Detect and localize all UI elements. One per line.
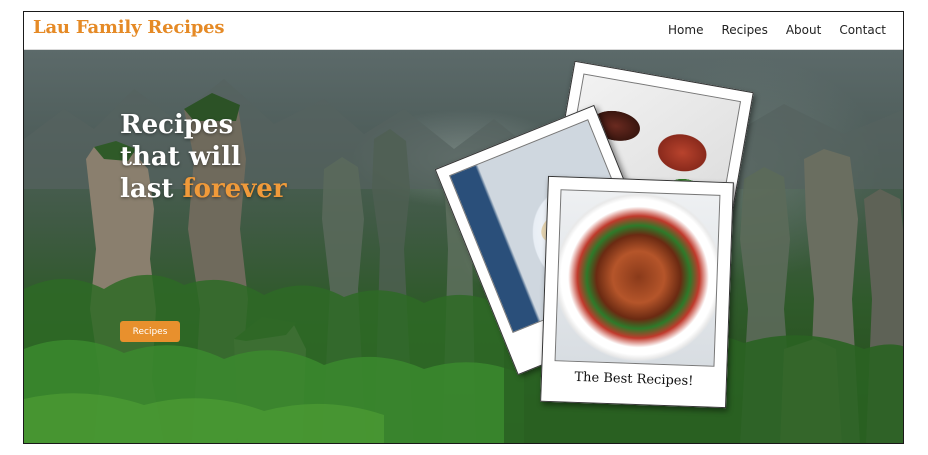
main-nav: Home Recipes About Contact (668, 23, 886, 37)
brand-logo-link[interactable]: Lau Family Recipes (33, 17, 225, 38)
hero-headline-line1: Recipes (120, 110, 234, 140)
nav-link-recipes[interactable]: Recipes (721, 23, 767, 37)
nav-link-home[interactable]: Home (668, 23, 703, 37)
nav-link-contact[interactable]: Contact (839, 23, 886, 37)
hero-headline-accent: forever (182, 174, 287, 204)
stir-fry-dish-photo (554, 189, 721, 367)
polaroid-photo-front: The Best Recipes! (540, 175, 734, 409)
browser-viewport: Lau Family Recipes Home Recipes About Co… (23, 11, 904, 444)
hero-headline-line3-prefix: last (120, 174, 183, 204)
polaroid-caption: The Best Recipes! (574, 369, 694, 390)
hero-headline: Recipes that will last forever (120, 109, 287, 205)
hero-headline-line2: that will (120, 142, 241, 172)
hero-section: Recipes that will last forever Recipes T… (24, 49, 903, 443)
nav-link-about[interactable]: About (786, 23, 821, 37)
navbar: Lau Family Recipes Home Recipes About Co… (24, 12, 903, 50)
recipes-cta-button[interactable]: Recipes (120, 321, 180, 342)
